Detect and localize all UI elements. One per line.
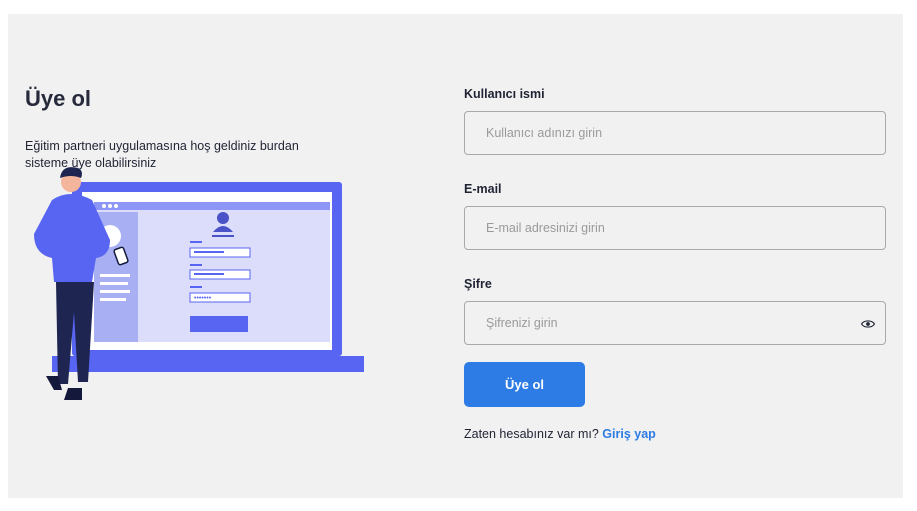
signup-form: Kullanıcı ismi E-mail Şifre Üye ol Zaten… bbox=[464, 86, 886, 441]
login-prompt-line: Zaten hesabınız var mı? Giriş yap bbox=[464, 427, 886, 441]
signup-button[interactable]: Üye ol bbox=[464, 362, 585, 407]
email-field-wrapper bbox=[464, 206, 886, 250]
signup-illustration: ••••••• bbox=[34, 167, 364, 400]
username-label: Kullanıcı ismi bbox=[464, 87, 545, 101]
page-title: Üye ol bbox=[25, 86, 92, 111]
password-field-wrapper bbox=[464, 301, 886, 345]
intro-panel: Üye ol Eğitim partneri uygulamasına hoş … bbox=[25, 86, 355, 172]
login-prompt-text: Zaten hesabınız var mı? bbox=[464, 427, 599, 441]
email-input[interactable] bbox=[465, 207, 885, 249]
login-link[interactable]: Giriş yap bbox=[602, 427, 656, 441]
password-label: Şifre bbox=[464, 277, 492, 291]
password-input[interactable] bbox=[465, 302, 885, 344]
username-field-wrapper bbox=[464, 111, 886, 155]
signup-card: Üye ol Eğitim partneri uygulamasına hoş … bbox=[8, 14, 903, 498]
username-input[interactable] bbox=[465, 112, 885, 154]
svg-text:•••••••: ••••••• bbox=[194, 295, 212, 302]
eye-icon[interactable] bbox=[861, 317, 875, 331]
email-label: E-mail bbox=[464, 182, 502, 196]
laptop-base bbox=[52, 356, 364, 372]
